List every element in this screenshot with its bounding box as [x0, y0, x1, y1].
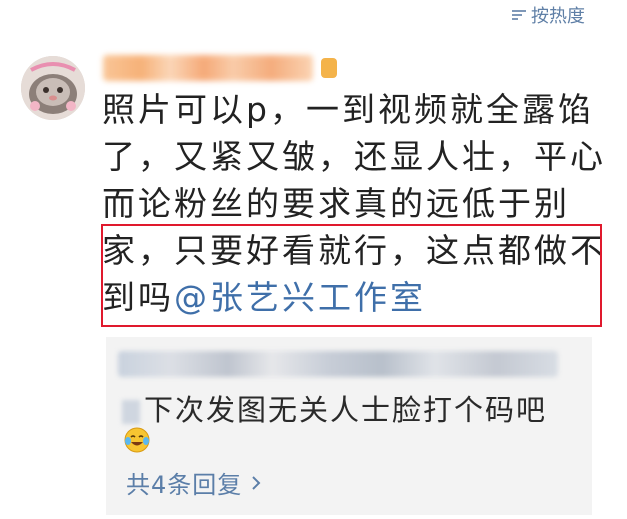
comment-line: 照片可以p，一到视频就全露馅 [102, 90, 594, 129]
weibo-comment-screenshot: 按热度 照片可以p，一到视频就全露馅 了，又紧又皱，还显人壮，平心 而论粉丝的要… [0, 0, 627, 519]
username[interactable] [103, 52, 337, 84]
reply-item[interactable]: 下次发图无关人士脸打个码吧 [122, 387, 547, 429]
sort-label: 按热度 [531, 6, 585, 27]
laughing-tears-emoji-icon [124, 427, 150, 453]
replies-panel: 下次发图无关人士脸打个码吧 共4条回复 [106, 337, 592, 515]
vip-badge-icon [321, 58, 337, 78]
sort-toggle[interactable]: 按热度 [511, 2, 585, 28]
total-replies-label: 共4条回复 [126, 471, 243, 499]
highlight-annotation-box [101, 224, 602, 327]
chevron-right-icon [252, 475, 261, 490]
blurred-reply-prefix [122, 400, 140, 424]
reply-text: 下次发图无关人士脸打个码吧 [144, 393, 548, 427]
avatar[interactable] [21, 56, 85, 120]
sort-icon [512, 10, 526, 20]
blurred-username [103, 55, 313, 81]
blurred-reply-author [118, 351, 558, 377]
avatar-image [21, 56, 85, 120]
view-all-replies-link[interactable]: 共4条回复 [126, 465, 262, 500]
comment-line: 了，又紧又皱，还显人壮，平心 [102, 137, 606, 176]
comment-line: 而论粉丝的要求真的远低于别 [102, 184, 570, 223]
